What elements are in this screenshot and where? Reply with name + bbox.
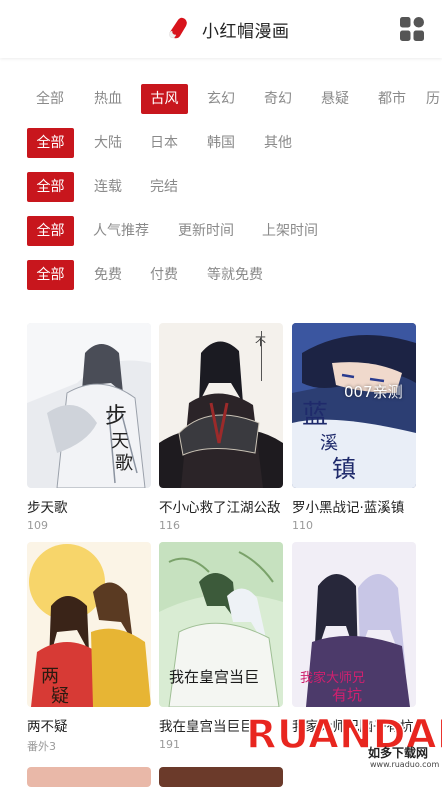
comic-chapter: 110 [292,519,313,532]
comic-card-partial[interactable] [27,767,151,787]
svg-text:天: 天 [111,431,129,452]
comic-cover[interactable]: 两 疑 [27,542,151,707]
sort-listed[interactable]: 上架时间 [257,216,323,246]
genre-filter-row: 全部 热血 古风 玄幻 奇幻 悬疑 都市 历 [0,84,442,114]
comic-title[interactable]: 两不疑 [27,715,151,735]
region-all[interactable]: 全部 [27,128,74,158]
sort-updated[interactable]: 更新时间 [173,216,239,246]
svg-text:歌: 歌 [115,453,133,474]
svg-text:不: 不 [255,335,266,348]
price-free[interactable]: 免费 [85,260,131,290]
comic-cover[interactable]: 蓝 溪 镇 007亲测 [292,323,416,488]
genre-mystery[interactable]: 悬疑 [312,84,358,114]
category-grid-icon[interactable] [400,17,424,41]
comic-card[interactable]: 步 天 歌 步天歌 109 [27,323,151,532]
watermark-url: www.ruaduo.com [370,760,440,769]
svg-text:有坑: 有坑 [332,686,362,704]
sort-all[interactable]: 全部 [27,216,74,246]
svg-text:镇: 镇 [332,455,356,483]
comic-chapter: 番外3 [27,740,56,753]
app-header: 小红帽漫画 [0,0,442,58]
price-all[interactable]: 全部 [27,260,74,290]
comic-cover[interactable]: 不 [159,323,283,488]
app-title: 小红帽漫画 [202,21,290,42]
sort-popular[interactable]: 人气推荐 [88,216,154,246]
genre-xuanhuan[interactable]: 玄幻 [198,84,244,114]
comic-cover[interactable] [27,767,151,787]
comic-title[interactable]: 罗小黑战记·蓝溪镇 [292,496,416,516]
comic-cover[interactable]: 我家大师兄 有坑 [292,542,416,707]
comic-cover[interactable]: 我在皇宫当巨 [159,542,283,707]
svg-text:两: 两 [41,666,59,687]
app-logo-icon [169,17,187,39]
svg-text:蓝: 蓝 [302,400,328,430]
comic-card[interactable]: 不 不小心救了江湖公敌 116 [159,323,283,532]
cover-overlay-text: 007亲测 [344,383,403,401]
genre-urban[interactable]: 都市 [369,84,415,114]
svg-text:溪: 溪 [320,433,338,454]
status-all[interactable]: 全部 [27,172,74,202]
region-japan[interactable]: 日本 [141,128,187,158]
watermark-subtitle: 如多下载网 [368,746,429,760]
svg-text:疑: 疑 [51,686,69,707]
genre-history-partial[interactable]: 历 [426,84,442,114]
app-brand: 小红帽漫画 [164,14,290,44]
genre-ancient[interactable]: 古风 [141,84,188,114]
comic-cover[interactable]: 步 天 歌 [27,323,151,488]
comic-chapter: 109 [27,519,48,532]
svg-text:步: 步 [105,404,127,429]
status-ongoing[interactable]: 连载 [85,172,131,202]
comic-title[interactable]: 步天歌 [27,496,151,516]
comic-card[interactable]: 两 疑 两不疑 番外3 [27,542,151,754]
status-completed[interactable]: 完结 [141,172,187,202]
region-mainland[interactable]: 大陆 [85,128,131,158]
comic-card[interactable]: 蓝 溪 镇 007亲测 罗小黑战记·蓝溪镇 110 [292,323,416,532]
comic-chapter: 116 [159,519,180,532]
genre-hotblood[interactable]: 热血 [85,84,131,114]
svg-text:我在皇宫当巨: 我在皇宫当巨 [169,668,259,686]
price-paid[interactable]: 付费 [141,260,187,290]
region-other[interactable]: 其他 [255,128,301,158]
genre-fantasy[interactable]: 奇幻 [255,84,301,114]
price-wait-free[interactable]: 等就免费 [202,260,268,290]
genre-all[interactable]: 全部 [27,84,73,114]
svg-text:我家大师兄: 我家大师兄 [300,670,365,686]
comic-title[interactable]: 不小心救了江湖公敌 [159,496,283,516]
region-korea[interactable]: 韩国 [198,128,244,158]
